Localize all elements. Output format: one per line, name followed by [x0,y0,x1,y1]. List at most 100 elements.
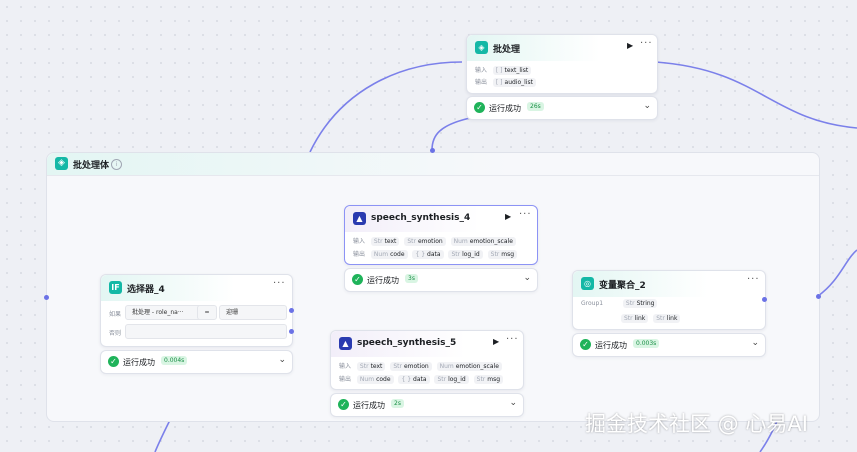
speech4-header: ▲ speech_synthesis_4 ▶ ··· [345,206,537,232]
speech-synthesis-5-node[interactable]: ▲ speech_synthesis_5 ▶ ··· 输入 Str text St… [330,330,524,390]
speech-synthesis-4-node[interactable]: ▲ speech_synthesis_4 ▶ ··· 输入 Str text St… [344,205,538,265]
selector-else-label: 否则 [109,330,122,337]
chevron-down-icon[interactable]: ⌄ [523,273,531,283]
input-tag: Num emotion_scale [436,362,502,371]
batch-status-bar[interactable]: ✓ 运行成功 26s ⌄ [466,96,658,120]
aggregate-icon: ◎ [581,277,594,290]
aggregator-header: ◎ 变量聚合_2 ··· [573,271,765,297]
group-header[interactable]: ◈ 批处理体 i [47,153,819,176]
watermark: 掘金技术社区 @ 心易AI [585,412,808,436]
selector-in-handle[interactable] [44,295,49,300]
type-label: Str [359,363,369,370]
run-icon[interactable]: ▶ [505,212,511,221]
more-icon[interactable]: ··· [506,334,519,345]
aggregator-out-handle[interactable] [762,297,767,302]
if-icon: IF [109,281,122,294]
input-tag: Num emotion_scale [450,237,516,246]
selector-node-title: 选择器_4 [127,285,165,295]
output-name: data [413,376,427,383]
batch-output-row: 输出 [ ] audio_list [475,77,539,87]
operator-select[interactable]: = [197,305,217,320]
type-label: [ ] [495,79,503,86]
selector-cond-label: 如果 [109,311,122,318]
info-icon[interactable]: i [111,159,122,170]
speech5-header: ▲ speech_synthesis_5 ▶ ··· [331,331,523,357]
aggregator-group-row: Group1 Str String [581,299,660,308]
output-name: audio_list [504,79,533,86]
selector-node-header: IF 选择器_4 ··· [101,275,292,301]
more-icon[interactable]: ··· [640,38,653,49]
type-label: Str [656,315,665,322]
status-time: 0.004s [161,356,188,365]
output-tag: Num code [356,375,394,384]
output-name: log_id [462,251,480,258]
selector-else-handle[interactable] [289,329,294,334]
left-operand-field[interactable]: 批处理 - role_na··· [125,305,203,320]
output-name: code [390,251,405,258]
item-name: link [666,315,678,322]
status-text: 运行成功 [353,401,385,410]
run-icon[interactable]: ▶ [627,41,633,50]
group-tag: Str String [622,299,658,308]
type-label: Str [624,315,633,322]
item-tag: Str link [653,314,681,323]
input-tag: Str emotion [390,362,432,371]
output-name: data [427,251,441,258]
type-label: Str [625,300,635,307]
more-icon[interactable]: ··· [273,278,286,289]
output-name: msg [501,251,515,258]
speech5-output-row: 输出 Num code { } data Str log_id Str msg [339,374,506,384]
input-name: emotion [417,238,443,245]
chevron-down-icon[interactable]: ⌄ [509,398,517,408]
right-operand-field[interactable]: 迎珊 [219,305,287,320]
group-title: 批处理体 [73,161,110,171]
more-icon[interactable]: ··· [519,209,532,220]
speech4-output-row: 输出 Num code { } data Str log_id Str msg [353,249,520,259]
status-text: 运行成功 [489,104,521,113]
output-tag: Str log_id [434,375,469,384]
aggregator-status-bar[interactable]: ✓ 运行成功 0.003s ⌄ [572,333,766,357]
input-tag: Str text [370,237,400,246]
batch-node-header: ◈ 批处理 ▶ ··· [467,35,657,61]
output-name: code [376,376,391,383]
batch-bottom-handle[interactable] [430,148,435,153]
speech4-title: speech_synthesis_4 [371,213,471,223]
status-time: 2s [391,399,404,408]
selector-status-bar[interactable]: ✓ 运行成功 0.004s ⌄ [100,350,293,374]
group-value: String [636,300,655,307]
type-label: Num [453,238,468,245]
else-field[interactable] [125,324,287,339]
type-label: { } [401,376,412,383]
batch-node[interactable]: ◈ 批处理 ▶ ··· 输入 [ ] text_list 输出 [ ] audio_… [466,34,658,94]
success-check-icon: ✓ [108,356,119,367]
chevron-down-icon[interactable]: ⌄ [278,355,286,365]
audio-wave-icon: ▲ [353,212,366,225]
success-check-icon: ✓ [474,102,485,113]
type-label: Str [393,363,402,370]
output-tag: Num code [370,250,408,259]
input-label: 输入 [353,238,366,245]
audio-wave-icon: ▲ [339,337,352,350]
selector-node[interactable]: IF 选择器_4 ··· 如果 批处理 - role_na··· = 迎珊 否则 [100,274,293,347]
type-label: Str [451,251,461,258]
batch-icon: ◈ [55,157,68,170]
chevron-down-icon[interactable]: ⌄ [751,338,759,348]
type-label: Str [373,238,383,245]
batch-node-title: 批处理 [493,45,521,55]
selector-if-handle[interactable] [289,308,294,313]
group-out-handle[interactable] [816,294,821,299]
run-icon[interactable]: ▶ [493,337,499,346]
type-label: Str [476,376,486,383]
speech5-status-bar[interactable]: ✓ 运行成功 2s ⌄ [330,393,524,417]
output-tag: { } data [412,250,444,259]
more-icon[interactable]: ··· [747,274,760,285]
aggregator-items-row: Str link Str link [621,314,683,323]
output-name: msg [487,376,501,383]
speech4-status-bar[interactable]: ✓ 运行成功 3s ⌄ [344,268,538,292]
input-name: emotion_scale [469,238,513,245]
chevron-down-icon[interactable]: ⌄ [643,101,651,111]
output-tag: { } data [398,375,430,384]
speech4-input-row: 输入 Str text Str emotion Num emotion_scale [353,236,519,246]
type-label: Num [439,363,454,370]
aggregator-node[interactable]: ◎ 变量聚合_2 ··· Group1 Str String Str link St… [572,270,766,330]
